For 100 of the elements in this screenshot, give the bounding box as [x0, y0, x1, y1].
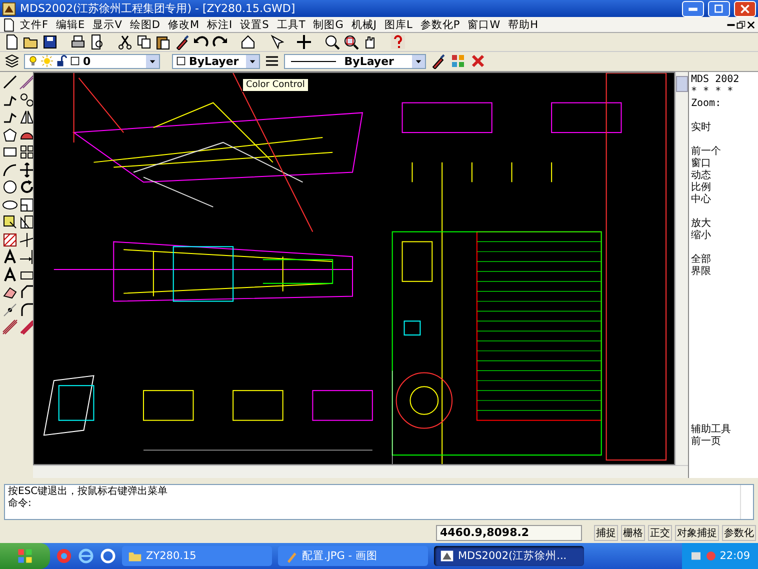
menu-item[interactable]: 工具T	[272, 18, 310, 32]
new-file-icon[interactable]	[2, 18, 16, 32]
zoom-window-icon[interactable]	[343, 34, 359, 50]
new-file-icon[interactable]	[4, 34, 20, 50]
array-icon[interactable]	[19, 144, 35, 160]
status-toggle[interactable]: 参数化	[722, 525, 756, 542]
menu-item[interactable]: 编辑E	[52, 18, 89, 32]
horizontal-scrollbar[interactable]	[33, 464, 688, 478]
line-icon[interactable]	[2, 74, 18, 90]
text-icon[interactable]	[2, 266, 18, 283]
start-button[interactable]	[0, 543, 50, 569]
point-icon[interactable]	[2, 302, 18, 318]
menu-command[interactable]: 放大	[691, 218, 758, 230]
menu-item[interactable]: 参数化P	[416, 18, 464, 32]
close-icon[interactable]	[746, 20, 756, 30]
menu-item[interactable]: 标注I	[203, 18, 236, 32]
vertical-scrollbar[interactable]	[675, 72, 688, 465]
caret-icon	[415, 58, 422, 65]
layers-icon[interactable]	[4, 53, 20, 70]
menu-command[interactable]: 前一页	[691, 436, 758, 448]
menu-item[interactable]: 绘图D	[126, 18, 164, 32]
palette-icon[interactable]	[450, 53, 466, 70]
menu-command[interactable]: 前一个	[691, 146, 758, 158]
menu-item[interactable]: 文件F	[16, 18, 52, 32]
menu-command[interactable]: 全部	[691, 254, 758, 266]
lightbulb-icon	[27, 55, 39, 68]
menu-command[interactable]: 比例	[691, 182, 758, 194]
menu-item[interactable]: 机械J	[347, 18, 380, 32]
construction-line-icon[interactable]	[19, 74, 35, 90]
chamfer-icon[interactable]	[19, 284, 35, 300]
clock: 22:09	[720, 550, 750, 562]
zoom-icon[interactable]	[324, 34, 340, 50]
sun-icon	[41, 55, 53, 68]
restore-button[interactable]	[708, 0, 730, 17]
browser-icon[interactable]	[78, 548, 94, 564]
cursor-icon[interactable]	[268, 34, 284, 50]
close-icon	[740, 4, 750, 14]
app-logo-icon	[2, 2, 16, 16]
command-message: 按ESC键退出，按鼠标右键弹出菜单	[8, 486, 169, 498]
text-icon[interactable]	[2, 249, 18, 266]
menu-command[interactable]: 缩小	[691, 230, 758, 242]
house-icon[interactable]	[240, 34, 256, 50]
menu-command[interactable]: 实时	[691, 122, 758, 134]
taskbar-button[interactable]: 配置.JPG - 画图	[278, 546, 428, 566]
mirror-icon[interactable]	[19, 109, 35, 126]
color-dropdown[interactable]: ByLayer	[172, 54, 260, 69]
menu-item[interactable]: 修改M	[164, 18, 204, 32]
copy-object-icon[interactable]	[19, 92, 35, 108]
brush-icon[interactable]	[174, 34, 190, 50]
menu-item[interactable]: 帮助H	[504, 18, 542, 32]
linetype-dropdown[interactable]: ByLayer	[284, 54, 426, 69]
trim-icon[interactable]	[19, 232, 35, 248]
restore-icon[interactable]	[736, 20, 746, 30]
menu-item[interactable]: 显示V	[88, 18, 126, 32]
tooltip: Color Control	[242, 78, 309, 92]
menu-command[interactable]: 窗口	[691, 158, 758, 170]
help-icon[interactable]	[390, 34, 406, 50]
print-icon[interactable]	[70, 34, 86, 50]
taskbar-button[interactable]: ZY280.15	[122, 546, 272, 566]
fillet-icon[interactable]	[19, 302, 35, 318]
coordinate-display: 4460.9,8098.2	[436, 525, 582, 542]
circle-icon[interactable]	[2, 179, 18, 196]
paste-icon[interactable]	[155, 34, 171, 50]
save-icon[interactable]	[42, 34, 58, 50]
status-toggle[interactable]: 正交	[648, 525, 672, 542]
print-preview-icon[interactable]	[89, 34, 105, 50]
cut-icon[interactable]	[117, 34, 133, 50]
rotate-icon[interactable]	[19, 179, 35, 196]
menu-item[interactable]: 设置S	[236, 18, 273, 32]
explode-icon[interactable]	[19, 319, 35, 336]
menu-command[interactable]: 辅助工具	[691, 424, 758, 436]
square-icon	[175, 55, 187, 68]
minimize-button[interactable]	[682, 0, 704, 17]
status-toggle[interactable]: 对象捕捉	[675, 525, 719, 542]
status-toggle[interactable]: 捕捉	[594, 525, 618, 542]
menu-item[interactable]: 图库L	[380, 18, 416, 32]
parallel-lines-icon[interactable]	[2, 319, 18, 336]
brush-icon[interactable]	[430, 53, 446, 70]
status-toggle[interactable]: 栅格	[621, 525, 645, 542]
copy-icon[interactable]	[136, 34, 152, 50]
extend-icon[interactable]	[19, 249, 35, 266]
menu-item[interactable]: 窗口W	[464, 18, 504, 32]
menu-item[interactable]: 制图G	[309, 18, 348, 32]
caret-icon	[149, 58, 156, 65]
move-icon[interactable]	[19, 162, 35, 178]
insert-block-icon[interactable]	[2, 214, 18, 230]
layer-dropdown[interactable]: 0	[24, 54, 160, 69]
scale-icon[interactable]	[19, 196, 35, 213]
arc-icon[interactable]	[2, 162, 18, 178]
menu-heading: * * * *	[691, 86, 734, 98]
menu-command[interactable]: 中心	[691, 194, 758, 206]
app-icon	[440, 549, 454, 563]
windows-logo-icon	[16, 547, 34, 565]
polygon-icon[interactable]	[2, 126, 18, 143]
menu-command[interactable]: 动态	[691, 170, 758, 182]
menu-command[interactable]: 界限	[691, 266, 758, 278]
taskbar-button[interactable]: MDS2002(江苏徐州...	[434, 546, 584, 566]
pan-icon[interactable]	[296, 34, 312, 50]
close-button[interactable]	[734, 0, 756, 17]
hatch-icon[interactable]	[2, 232, 18, 248]
